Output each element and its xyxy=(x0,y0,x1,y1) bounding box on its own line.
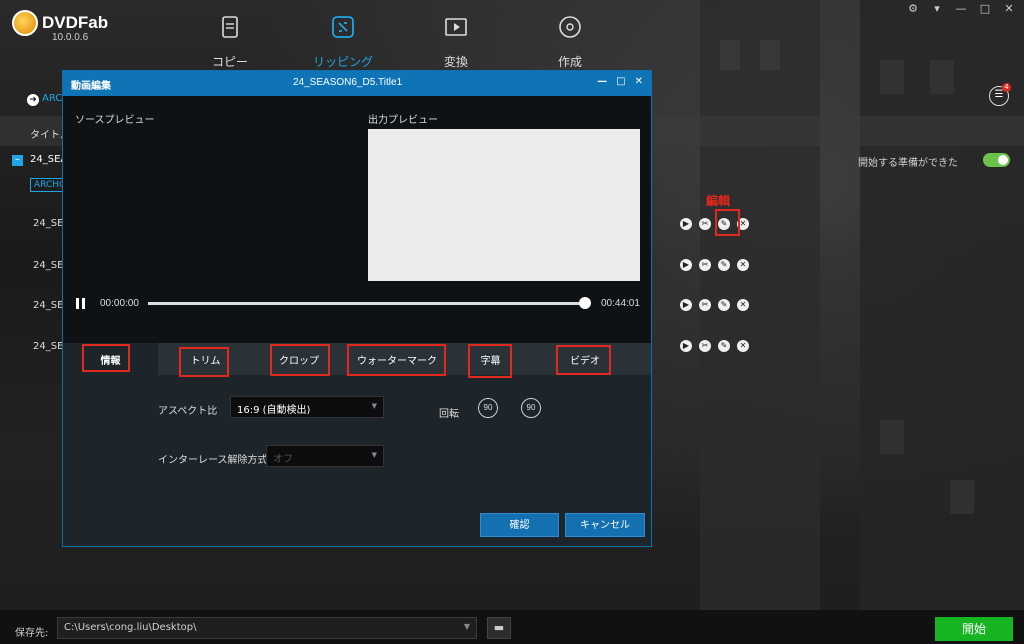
source-preview-label: ソースプレビュー xyxy=(75,115,155,126)
nav-create-label: 作成 xyxy=(557,55,582,69)
rotate-label: 回転 xyxy=(439,409,459,420)
rotate-right-icon[interactable]: 90 xyxy=(521,398,541,418)
scissors-icon[interactable]: ✂ xyxy=(699,299,711,311)
folder-icon[interactable]: ▬ xyxy=(487,617,511,639)
seek-bar[interactable] xyxy=(148,302,584,305)
list-item: 24_SE xyxy=(33,218,64,229)
nav-create[interactable]: 作成 xyxy=(530,14,610,70)
rotate-right-value: 90 xyxy=(526,403,536,412)
scissors-icon[interactable]: ✂ xyxy=(699,340,711,352)
edit-icon[interactable]: ✎ xyxy=(718,259,730,271)
edit-highlight xyxy=(715,209,740,236)
time-start: 00:00:00 xyxy=(100,298,139,309)
chevron-down-icon: ▼ xyxy=(371,451,377,459)
play-icon[interactable]: ▶ xyxy=(680,340,692,352)
remove-icon[interactable]: ✕ xyxy=(737,259,749,271)
dialog-controls: — □ ✕ xyxy=(597,76,643,87)
tab-highlight xyxy=(270,344,330,376)
remove-icon[interactable]: ✕ xyxy=(737,340,749,352)
title-checkbox[interactable]: – xyxy=(12,155,23,166)
nav-ripping-label: リッピング xyxy=(312,55,373,69)
time-end: 00:44:01 xyxy=(601,298,640,309)
save-label: 保存先: xyxy=(15,628,49,639)
dropdown-icon[interactable]: ▾ xyxy=(930,2,944,15)
play-icon[interactable]: ▶ xyxy=(680,299,692,311)
nav-copy-label: コピー xyxy=(211,55,248,69)
edit-icon[interactable]: ✎ xyxy=(718,340,730,352)
maximize-icon[interactable]: □ xyxy=(978,2,992,15)
edit-icon[interactable]: ✎ xyxy=(718,299,730,311)
settings-icon[interactable]: ⚙ xyxy=(906,2,920,15)
video-edit-dialog: 動画編集 24_SEASON6_D5.Title1 — □ ✕ ソースプレビュー… xyxy=(62,70,652,547)
list-item: 24_SE xyxy=(33,341,64,352)
minimize-icon[interactable]: — xyxy=(597,76,607,87)
tab-highlight xyxy=(347,344,446,376)
tab-highlight xyxy=(556,345,611,375)
logo-icon xyxy=(12,10,38,36)
title-toggle[interactable] xyxy=(983,153,1010,167)
task-count-badge: 4 xyxy=(1002,83,1011,92)
nav-copy[interactable]: コピー xyxy=(190,14,270,70)
dialog-title-name: 24_SEASON6_D5.Title1 xyxy=(293,77,403,88)
remove-icon[interactable]: ✕ xyxy=(737,299,749,311)
aspect-ratio-label: アスペクト比 xyxy=(158,406,218,417)
chevron-down-icon: ▼ xyxy=(371,402,377,410)
ready-status: 開始する準備ができた xyxy=(858,158,958,169)
scissors-icon[interactable]: ✂ xyxy=(699,259,711,271)
close-icon[interactable]: ✕ xyxy=(635,76,643,87)
tab-highlight xyxy=(468,344,512,378)
deinterlace-select[interactable]: オフ ▼ xyxy=(266,445,384,467)
dialog-title: 動画編集 xyxy=(71,81,111,92)
cancel-button[interactable]: キャンセル xyxy=(565,513,645,537)
edit-annotation: 編輯 xyxy=(706,194,731,208)
maximize-icon[interactable]: □ xyxy=(616,76,625,87)
start-button[interactable]: 開始 xyxy=(935,617,1013,641)
app-version: 10.0.0.6 xyxy=(52,32,89,43)
confirm-button[interactable]: 確認 xyxy=(480,513,559,537)
save-path-field[interactable]: C:\Users\cong.liu\Desktop\ ▼ xyxy=(57,617,477,639)
aspect-ratio-select[interactable]: 16:9 (自動検出) ▼ xyxy=(230,396,384,418)
pause-icon[interactable] xyxy=(76,298,86,309)
tab-highlight xyxy=(82,344,130,372)
logo-text: DVDFab xyxy=(42,13,109,32)
output-preview-screen xyxy=(368,129,640,281)
deinterlace-label: インターレース解除方式 xyxy=(158,455,268,466)
play-icon[interactable]: ▶ xyxy=(680,259,692,271)
rotate-left-icon[interactable]: 90 xyxy=(478,398,498,418)
close-icon[interactable]: ✕ xyxy=(1002,2,1016,15)
tab-highlight xyxy=(179,347,229,377)
nav-convert-label: 変換 xyxy=(443,55,468,69)
rotate-left-value: 90 xyxy=(483,403,493,412)
ripping-icon xyxy=(332,16,354,38)
seek-handle[interactable] xyxy=(579,297,591,309)
top-bar: DVDFab 10.0.0.6 コピー リッピング 変換 作成 ⚙ ▾ — □ … xyxy=(0,0,1024,80)
output-preview-label: 出力プレビュー xyxy=(368,115,438,126)
window-controls: ⚙ ▾ — □ ✕ xyxy=(906,2,1016,15)
list-item: 24_SE xyxy=(33,300,64,311)
scissors-icon[interactable]: ✂ xyxy=(699,218,711,230)
nav-convert[interactable]: 変換 xyxy=(416,14,496,70)
video-convert-icon xyxy=(445,18,467,36)
list-item: 24_SE xyxy=(33,260,64,271)
chevron-down-icon[interactable]: ▼ xyxy=(464,622,470,631)
row-actions: ▶ ✂ ✎ ✕ xyxy=(680,259,749,271)
save-path-value: C:\Users\cong.liu\Desktop\ xyxy=(64,622,197,633)
minimize-icon[interactable]: — xyxy=(954,2,968,15)
disc-create-icon xyxy=(559,16,581,38)
back-arrow-icon[interactable]: ➜ xyxy=(27,94,39,106)
document-icon xyxy=(222,16,238,38)
play-icon[interactable]: ▶ xyxy=(680,218,692,230)
nav-ripping[interactable]: リッピング xyxy=(303,14,383,70)
deinterlace-value: オフ xyxy=(273,454,293,465)
aspect-ratio-value: 16:9 (自動検出) xyxy=(237,405,311,416)
row-actions: ▶ ✂ ✎ ✕ xyxy=(680,340,749,352)
row-actions: ▶ ✂ ✎ ✕ xyxy=(680,299,749,311)
dialog-titlebar: 動画編集 24_SEASON6_D5.Title1 — □ ✕ xyxy=(63,71,651,96)
